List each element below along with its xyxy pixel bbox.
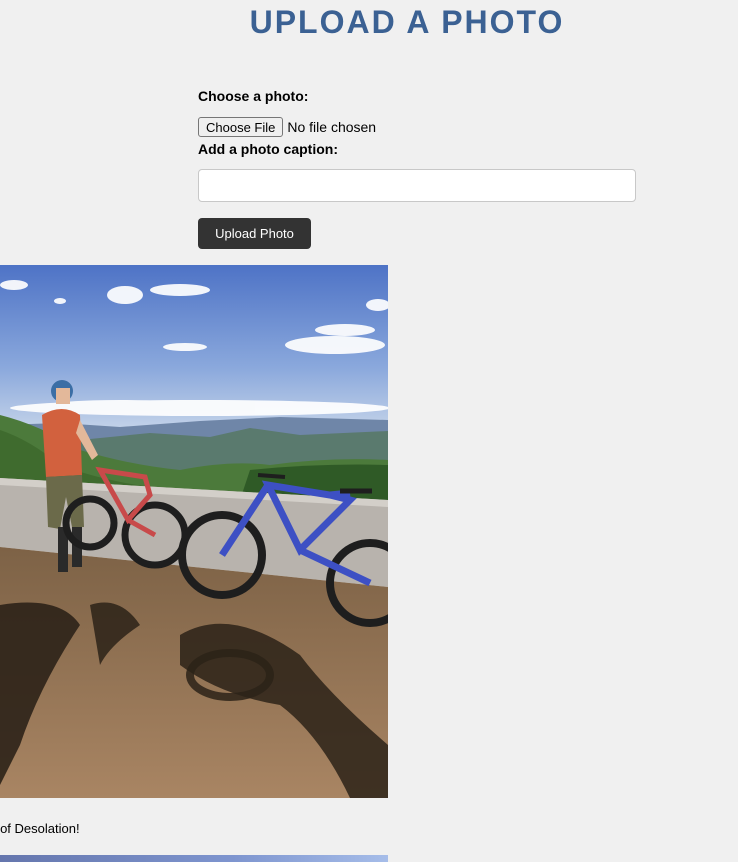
page-title: UPLOAD A PHOTO (249, 4, 565, 40)
upload-photo-button[interactable]: Upload Photo (198, 218, 311, 249)
next-gallery-photo (0, 855, 388, 862)
file-status-text: No file chosen (287, 119, 377, 135)
choose-photo-label: Choose a photo: (198, 88, 309, 104)
gallery-photo (0, 265, 388, 798)
caption-input[interactable] (198, 169, 636, 202)
file-picker: Choose File No file chosen (198, 117, 376, 137)
mountain-bikers-photo-image (0, 265, 388, 798)
caption-label: Add a photo caption: (198, 141, 338, 157)
photo-caption: op of Desolation! (0, 821, 80, 836)
upload-page: UPLOAD A PHOTO Choose a photo: Choose Fi… (0, 0, 738, 862)
choose-file-button[interactable]: Choose File (198, 117, 284, 137)
